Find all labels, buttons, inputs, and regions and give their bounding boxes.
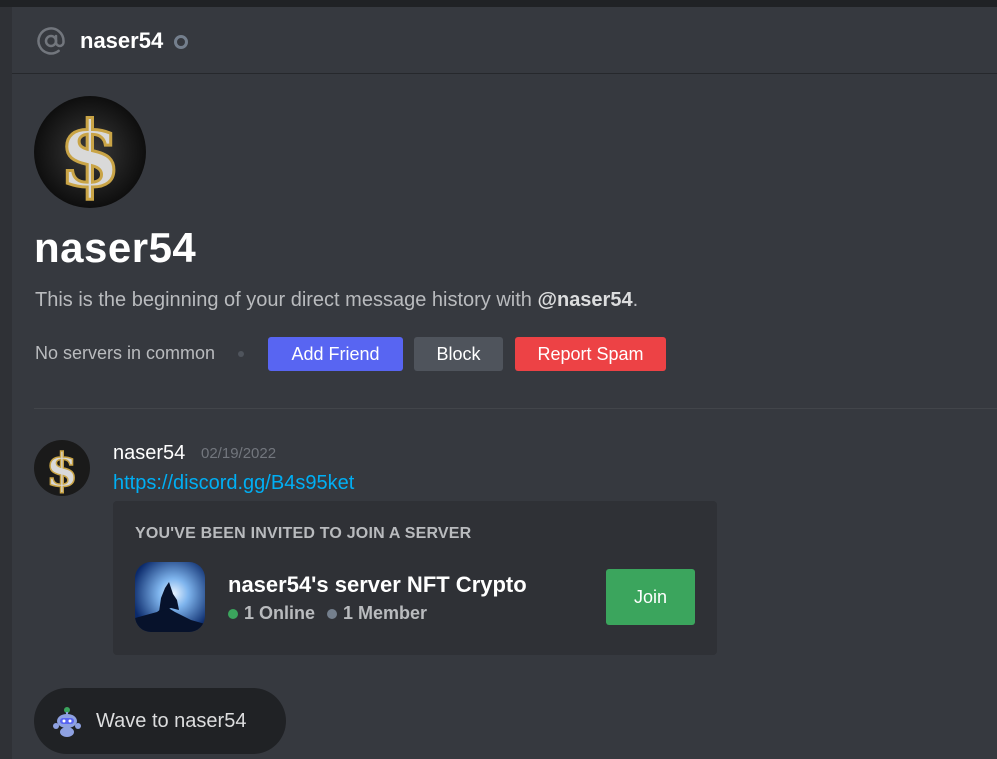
join-button[interactable]: Join: [606, 569, 695, 625]
message-timestamp: 02/19/2022: [201, 445, 277, 462]
left-panel-edge: [0, 7, 12, 759]
online-dot-icon: [228, 608, 238, 619]
dm-intro-text: This is the beginning of your direct mes…: [35, 289, 638, 312]
server-icon[interactable]: [135, 562, 205, 632]
block-button[interactable]: Block: [414, 337, 503, 371]
add-friend-button[interactable]: Add Friend: [268, 337, 403, 371]
member-dot-icon: [327, 608, 338, 619]
intro-prefix: This is the beginning of your direct mes…: [35, 289, 538, 311]
offline-status-icon: [174, 35, 188, 49]
divider: [34, 408, 997, 409]
window-top-strip: [0, 0, 997, 7]
intro-suffix: .: [632, 289, 639, 311]
at-sign-icon: [37, 27, 65, 55]
message-avatar[interactable]: $: [34, 440, 90, 496]
dm-header: naser54: [12, 7, 997, 74]
header-username[interactable]: naser54: [80, 28, 163, 54]
profile-name: naser54: [34, 224, 197, 271]
online-count: 1 Online: [244, 603, 316, 623]
wave-label: Wave to naser54: [96, 710, 247, 732]
server-stats: 1 Online 1 Member: [228, 603, 427, 624]
mutual-servers-text: No servers in common: [35, 343, 216, 363]
invite-heading: YOU'VE BEEN INVITED TO JOIN A SERVER: [135, 525, 472, 542]
server-invite-card: YOU'VE BEEN INVITED TO JOIN A SERVER nas…: [113, 501, 717, 655]
wave-button[interactable]: Wave to naser54: [34, 688, 286, 754]
invite-link[interactable]: https://discord.gg/B4s95ket: [113, 472, 354, 495]
intro-mention[interactable]: @naser54: [537, 289, 632, 311]
svg-text:$: $: [46, 443, 78, 496]
member-count: 1 Member: [343, 603, 428, 623]
separator-dot: [238, 351, 244, 357]
message-author[interactable]: naser54: [113, 442, 185, 465]
wumpus-wave-icon: [53, 707, 81, 737]
profile-avatar[interactable]: $: [34, 96, 146, 208]
server-name: naser54's server NFT Crypto: [228, 572, 527, 597]
report-spam-button[interactable]: Report Spam: [515, 337, 666, 371]
svg-text:$: $: [59, 102, 122, 208]
